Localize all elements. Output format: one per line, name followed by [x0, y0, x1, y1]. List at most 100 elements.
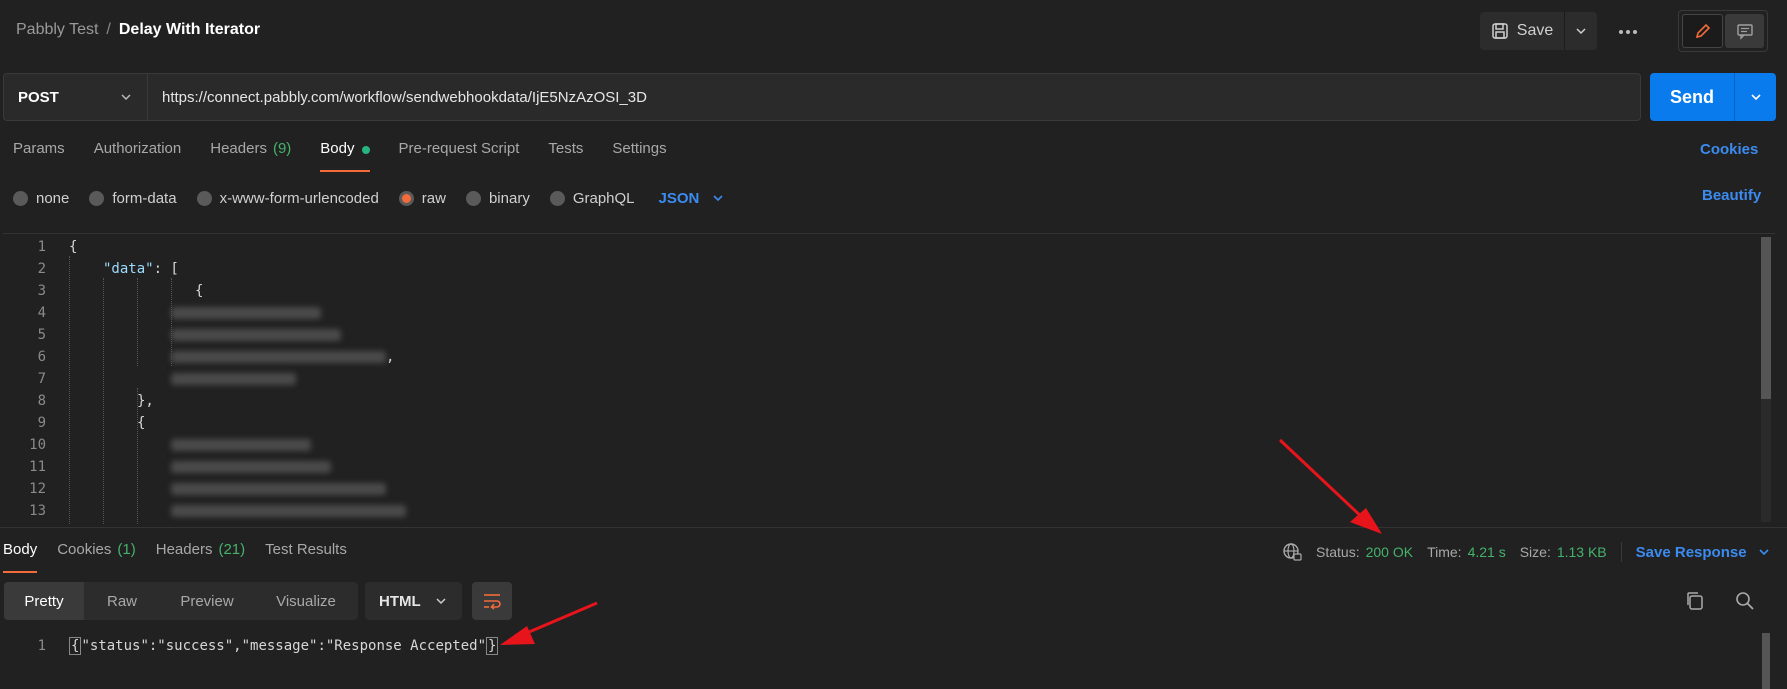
radio-none[interactable]: none	[13, 190, 69, 207]
tab-label: Authorization	[93, 140, 182, 157]
send-button[interactable]: Send	[1650, 73, 1734, 121]
request-url-bar: POST	[3, 73, 1641, 121]
chevron-down-icon	[119, 90, 133, 104]
save-response-button[interactable]: Save Response	[1636, 544, 1771, 561]
radio-label: none	[36, 189, 70, 207]
edit-mode-button[interactable]	[1682, 14, 1723, 48]
body-indicator-dot	[361, 146, 370, 154]
redacted-content	[171, 439, 311, 451]
response-body-text: {"status":"success","message":"Response …	[69, 635, 499, 657]
search-icon[interactable]	[1734, 590, 1758, 614]
json-key: "data"	[103, 261, 154, 277]
copy-icon[interactable]	[1684, 590, 1708, 614]
line-number: 1	[37, 638, 46, 654]
radio-circle	[549, 190, 565, 206]
pencil-icon	[1694, 22, 1712, 40]
code-line: 6 ,	[3, 346, 1753, 368]
response-tab-headers[interactable]: Headers (21)	[156, 541, 245, 573]
tab-headers[interactable]: Headers (9)	[210, 140, 291, 172]
breadcrumb-request-name[interactable]: Delay With Iterator	[119, 21, 260, 39]
radio-label: form-data	[112, 189, 177, 207]
tab-params[interactable]: Params	[13, 140, 65, 172]
tab-label: Headers	[210, 140, 267, 157]
line-number: 9	[37, 415, 46, 431]
response-tab-body[interactable]: Body	[3, 541, 38, 573]
time-value[interactable]: 4.21 s	[1468, 544, 1506, 560]
line-number: 5	[37, 327, 46, 343]
code-line: 5	[3, 324, 1753, 346]
cookies-link[interactable]: Cookies	[1700, 141, 1758, 158]
tab-body[interactable]: Body	[320, 140, 370, 172]
code-line: 11	[3, 456, 1753, 478]
top-bar: Pabbly Test / Delay With Iterator Save	[0, 0, 1787, 64]
save-label: Save	[1516, 22, 1554, 39]
radio-circle	[465, 190, 481, 206]
cookies-count: (1)	[117, 541, 136, 558]
status-value[interactable]: 200 OK	[1366, 544, 1413, 560]
chevron-down-icon	[1574, 24, 1588, 38]
wrap-lines-button[interactable]	[472, 582, 512, 620]
radio-binary[interactable]: binary	[465, 190, 530, 207]
radio-label: GraphQL	[572, 189, 635, 207]
tab-label: Settings	[612, 140, 667, 157]
comments-mode-button[interactable]	[1725, 14, 1764, 48]
response-tab-cookies[interactable]: Cookies (1)	[57, 541, 136, 573]
response-scrollbar[interactable]	[1762, 633, 1770, 689]
bracket-match: }	[486, 637, 499, 655]
http-method-select[interactable]: POST	[4, 74, 148, 120]
request-body-editor[interactable]: 1 { 2 "data": [ 3 { 4 5 6 , 7 8 }, 9 { 1…	[3, 233, 1775, 525]
breadcrumb-collection[interactable]: Pabbly Test	[16, 21, 98, 39]
view-tab-raw[interactable]: Raw	[84, 582, 160, 620]
size-value[interactable]: 1.13 KB	[1557, 544, 1607, 560]
meta-separator	[1620, 542, 1622, 562]
code-line: 12	[3, 478, 1753, 500]
response-body-line[interactable]: 1 {"status":"success","message":"Respons…	[3, 635, 1763, 657]
radio-raw[interactable]: raw	[398, 189, 446, 207]
tab-prerequest-script[interactable]: Pre-request Script	[399, 140, 520, 172]
radio-circle	[13, 190, 28, 206]
tab-tests[interactable]: Tests	[548, 140, 583, 172]
radio-circle-checked	[398, 190, 414, 206]
more-options-button[interactable]	[1613, 20, 1643, 44]
tab-settings[interactable]: Settings	[612, 140, 666, 172]
pane-divider[interactable]	[0, 527, 1787, 528]
chevron-down-icon	[711, 191, 725, 205]
editor-scrollbar-thumb[interactable]	[1761, 237, 1771, 399]
save-icon	[1491, 22, 1509, 40]
chevron-down-icon	[434, 594, 448, 608]
url-input[interactable]	[148, 74, 1640, 120]
save-options-dropdown[interactable]	[1565, 12, 1597, 50]
code-text: {	[137, 415, 146, 431]
radio-form-data[interactable]: form-data	[89, 189, 177, 207]
radio-graphql[interactable]: GraphQL	[549, 189, 635, 207]
response-format-value: HTML	[379, 592, 421, 610]
view-tab-pretty[interactable]: Pretty	[4, 582, 84, 620]
view-tab-visualize[interactable]: Visualize	[254, 582, 358, 620]
line-number: 10	[29, 437, 46, 453]
save-button[interactable]: Save	[1480, 12, 1565, 50]
line-number: 1	[37, 239, 46, 255]
response-tab-test-results[interactable]: Test Results	[265, 541, 347, 573]
editor-scrollbar[interactable]	[1761, 237, 1771, 522]
raw-format-select[interactable]: JSON	[659, 190, 726, 207]
redacted-content	[171, 483, 386, 495]
radio-urlencoded[interactable]: x-www-form-urlencoded	[196, 190, 379, 207]
line-number: 4	[37, 305, 46, 321]
code-line: 8 },	[3, 390, 1753, 412]
response-format-select[interactable]: HTML	[365, 582, 462, 620]
send-options-dropdown[interactable]	[1734, 73, 1776, 121]
time-label: Time:	[1427, 544, 1462, 560]
globe-icon[interactable]	[1282, 542, 1302, 562]
code-line: 10	[3, 434, 1753, 456]
code-line: 4	[3, 302, 1753, 324]
breadcrumb-separator: /	[106, 21, 111, 38]
radio-label: raw	[421, 189, 446, 207]
tab-label: Body	[320, 140, 355, 157]
tab-authorization[interactable]: Authorization	[94, 140, 182, 172]
view-tab-preview[interactable]: Preview	[160, 582, 254, 620]
tab-label: Cookies	[57, 541, 112, 558]
code-line: 13	[3, 500, 1753, 522]
redacted-content	[171, 461, 331, 473]
beautify-link[interactable]: Beautify	[1702, 187, 1761, 204]
tab-label: Headers	[155, 541, 213, 558]
